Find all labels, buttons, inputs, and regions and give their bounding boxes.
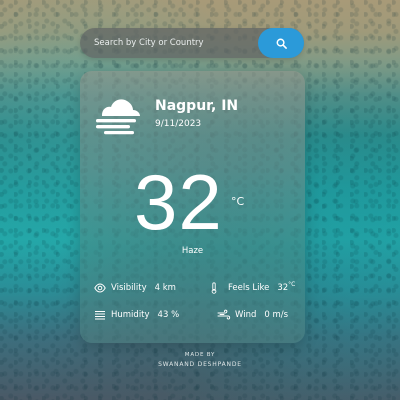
credit-author: SWANAND DESHPANDE (158, 361, 242, 368)
weather-card: Nagpur, IN 9/11/2023 32 °C Haze Visibili… (80, 71, 305, 343)
stat-value: 0 m/s (264, 310, 289, 320)
eye-icon (94, 282, 106, 294)
stat-unit: °C (288, 280, 296, 288)
search-button[interactable] (258, 28, 304, 58)
search-icon (276, 38, 287, 49)
credit-made-by: MADE BY (184, 352, 216, 358)
stat-value: 43 % (157, 310, 180, 320)
stat-label: Humidity (111, 310, 150, 320)
temperature-value: 32 (134, 158, 223, 246)
wind-icon (217, 309, 231, 321)
temperature-unit: °C (231, 195, 245, 208)
stat-wind: Wind 0 m/s (217, 308, 288, 322)
stat-label: Feels Like (228, 283, 270, 293)
search-bar (80, 28, 304, 58)
date: 9/11/2023 (155, 119, 202, 129)
stat-visibility: Visibility 4 km (94, 281, 176, 295)
stat-value: 4 km (154, 283, 176, 293)
stat-humidity: Humidity 43 % (94, 308, 179, 322)
humidity-lines-icon (94, 309, 106, 321)
stat-label: Visibility (111, 283, 147, 293)
city-name: Nagpur, IN (155, 98, 239, 114)
weather-condition: Haze (181, 246, 204, 256)
stat-value: 32 (277, 283, 289, 293)
haze-cloud-icon (94, 93, 142, 135)
thermometer-icon (208, 282, 220, 294)
search-input[interactable] (80, 28, 256, 58)
stat-label: Wind (235, 310, 257, 320)
stat-feels-like: Feels Like 32 °C (208, 281, 295, 295)
